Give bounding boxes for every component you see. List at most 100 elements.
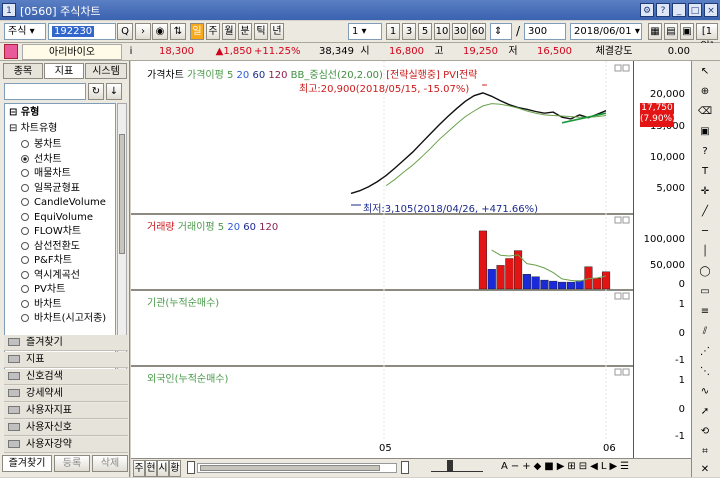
chart-type-item[interactable]: P&F차트	[21, 254, 72, 268]
vertical-line-icon[interactable]: │	[696, 243, 714, 260]
chart-type-item[interactable]: 바차트	[21, 298, 62, 312]
crosshair-icon[interactable]: ✛	[696, 183, 714, 200]
cursor-icon[interactable]: ↖	[696, 63, 714, 80]
arrow-icon[interactable]: ➚	[696, 403, 714, 420]
download-button[interactable]: ↓	[106, 83, 122, 100]
radio-icon[interactable]	[21, 256, 29, 264]
count-select[interactable]: 1 ▾	[348, 23, 382, 40]
radio-icon[interactable]	[21, 285, 29, 293]
indicator-search-input[interactable]	[4, 83, 86, 100]
delete-button[interactable]: 삭제	[92, 455, 128, 472]
tree-scroll-thumb[interactable]	[119, 134, 125, 254]
chart-type-item[interactable]: 선차트	[21, 153, 62, 167]
toggle-grid-button[interactable]: ▦	[648, 23, 662, 40]
period-year[interactable]: 년	[270, 23, 284, 40]
chart-type-item[interactable]: 매물차트	[21, 167, 71, 181]
chart-type-item[interactable]: 삼선전환도	[21, 240, 80, 254]
quick-count-3[interactable]: 3	[402, 23, 416, 40]
quick-count-1[interactable]: 1	[386, 23, 400, 40]
close-icon[interactable]: ×	[704, 3, 718, 17]
tab-indicator[interactable]: 지표	[44, 63, 84, 79]
save-chart-button[interactable]: ▣	[680, 23, 694, 40]
radio-icon[interactable]	[21, 212, 29, 221]
scroll-right-icon[interactable]	[401, 461, 409, 474]
period-badge[interactable]: [1일]	[696, 23, 718, 52]
folder-item[interactable]: 지표	[4, 352, 128, 368]
radio-icon[interactable]	[21, 241, 29, 250]
code-input[interactable]: 192230	[48, 23, 116, 40]
radio-icon[interactable]	[21, 154, 29, 163]
radio-icon[interactable]	[21, 198, 29, 206]
chart-type-item[interactable]: 바차트(시고저종)	[21, 312, 106, 326]
chart-type-item[interactable]: FLOW차트	[21, 225, 81, 239]
zoom-icon[interactable]: ⊕	[696, 83, 714, 100]
search-button[interactable]: Q	[117, 23, 133, 40]
cycle-icon[interactable]: ⟲	[696, 423, 714, 440]
spin-field[interactable]: ⇕	[490, 23, 512, 40]
chart-type-item[interactable]: CandleVolume	[21, 196, 106, 210]
maximize-icon[interactable]: □	[688, 3, 702, 17]
eraser-icon[interactable]: ⌫	[696, 103, 714, 120]
scroll-thumb[interactable]	[200, 465, 380, 471]
chart-area[interactable]: 가격차트 가격이평 5 20 60 120 BB_중심선(20,2.00) [전…	[131, 61, 691, 458]
folder-item[interactable]: 사용자강약	[4, 437, 128, 453]
folder-item[interactable]: 신호검색	[4, 369, 128, 385]
radio-icon[interactable]	[21, 169, 29, 177]
bottom-btn-weekly[interactable]: 주	[133, 460, 145, 477]
chart-type-item[interactable]: EquiVolume	[21, 211, 93, 225]
zoom-slider[interactable]	[431, 460, 483, 472]
radio-icon[interactable]	[21, 270, 29, 279]
channel-icon[interactable]: ⫽	[696, 323, 714, 340]
folder-item[interactable]: 강세약세	[4, 386, 128, 402]
tab-favorites[interactable]: 즐겨찾기	[2, 455, 52, 472]
radio-icon[interactable]	[21, 299, 29, 308]
quick-count-30[interactable]: 30	[452, 23, 468, 40]
chart-type-item[interactable]: PV차트	[21, 283, 65, 297]
quick-count-10[interactable]: 10	[434, 23, 450, 40]
bottom-btn-market[interactable]: 시	[157, 460, 169, 477]
help-icon[interactable]: ?	[656, 3, 670, 17]
info-icon[interactable]: i	[124, 44, 138, 60]
chart-svg[interactable]	[131, 61, 691, 458]
stock-name[interactable]: 아리바이오	[22, 44, 122, 60]
radio-icon[interactable]	[21, 140, 29, 148]
navigation-icons[interactable]: A−+◆■▶⊞⊟◀L▶☰	[501, 461, 632, 472]
tab-system[interactable]: 시스템	[85, 63, 127, 79]
question-icon[interactable]: ?	[696, 143, 714, 160]
minimize-icon[interactable]: _	[672, 3, 686, 17]
horizontal-scrollbar[interactable]	[197, 463, 397, 473]
scroll-left-icon[interactable]	[187, 461, 195, 474]
tab-stock[interactable]: 종목	[3, 63, 43, 79]
folder-item[interactable]: 즐겨찾기	[4, 335, 128, 351]
market-select[interactable]: 주식 ▾	[4, 23, 46, 40]
radio-icon[interactable]	[21, 183, 29, 192]
register-button[interactable]: 등록	[54, 455, 90, 472]
folder-item[interactable]: 사용자지표	[4, 403, 128, 419]
quick-count-60[interactable]: 60	[470, 23, 486, 40]
bookmark-icon[interactable]	[4, 44, 18, 59]
folder-item[interactable]: 사용자신호	[4, 420, 128, 436]
chart-type-item[interactable]: 봉차트	[21, 138, 62, 152]
refresh-button[interactable]: ↻	[88, 83, 104, 100]
quick-count-5[interactable]: 5	[418, 23, 432, 40]
zoom-slider-handle[interactable]	[447, 460, 453, 472]
tree-group[interactable]: ⊟ 차트유형	[9, 122, 57, 136]
prev-next-button[interactable]: ⇅	[170, 23, 186, 40]
horizontal-line-icon[interactable]: ─	[696, 223, 714, 240]
period-tick[interactable]: 틱	[254, 23, 268, 40]
link-button[interactable]: ◉	[152, 23, 168, 40]
bottom-btn-current[interactable]: 현	[145, 460, 157, 477]
wave-icon[interactable]: ∿	[696, 383, 714, 400]
gann-icon[interactable]: ⋱	[696, 363, 714, 380]
display-count-input[interactable]: 300	[524, 23, 566, 40]
rectangle-icon[interactable]: ▭	[696, 283, 714, 300]
bottom-btn-status[interactable]: 황	[169, 460, 181, 477]
day-period-button[interactable]: 일	[190, 23, 204, 40]
print-button[interactable]: ▤	[664, 23, 678, 40]
period-minute[interactable]: 분	[238, 23, 252, 40]
fan-icon[interactable]: ⋰	[696, 343, 714, 360]
circle-icon[interactable]: ◯	[696, 263, 714, 280]
fibonacci-icon[interactable]: ≡	[696, 303, 714, 320]
lock-icon[interactable]: ▣	[696, 123, 714, 140]
text-icon[interactable]: T	[696, 163, 714, 180]
